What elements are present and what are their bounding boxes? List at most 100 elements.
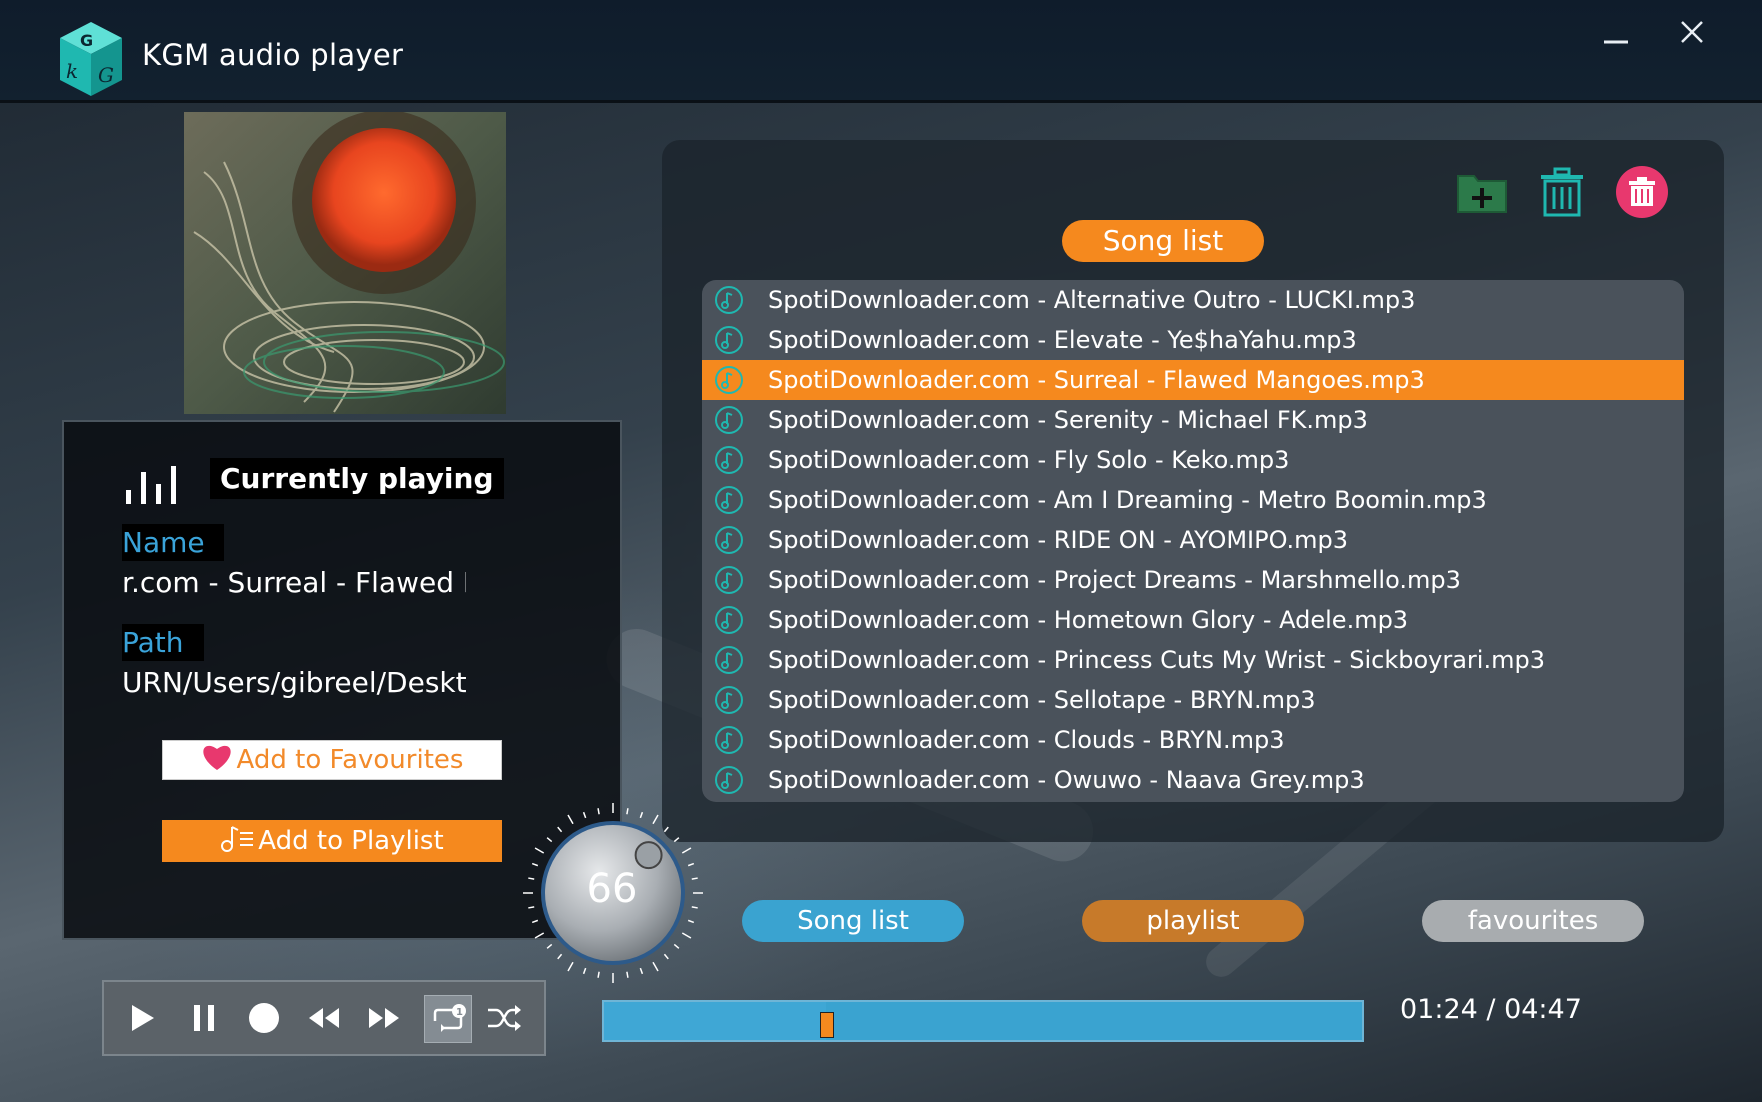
music-disc-icon: [714, 485, 744, 515]
music-disc-icon: [714, 765, 744, 795]
song-list-item[interactable]: SpotiDownloader.com - Clouds - BRYN.mp3: [702, 720, 1684, 760]
knob-tick: [534, 847, 545, 854]
equalizer-icon: [124, 464, 182, 504]
fast-forward-icon[interactable]: [364, 998, 404, 1038]
add-to-playlist-button[interactable]: Add to Playlist: [162, 820, 502, 862]
song-title: SpotiDownloader.com - Sellotape - BRYN.m…: [768, 686, 1316, 714]
song-list-item[interactable]: SpotiDownloader.com - Elevate - Ye$haYah…: [702, 320, 1684, 360]
song-title: SpotiDownloader.com - Surreal - Flawed M…: [768, 366, 1425, 394]
song-title: SpotiDownloader.com - Fly Solo - Keko.mp…: [768, 446, 1290, 474]
rewind-icon[interactable]: [304, 998, 344, 1038]
song-title: SpotiDownloader.com - Princess Cuts My W…: [768, 646, 1545, 674]
knob-tick: [567, 961, 574, 972]
svg-text:k: k: [66, 59, 78, 83]
app-logo-icon: G k G: [58, 20, 124, 98]
folder-plus-icon[interactable]: [1454, 164, 1510, 220]
add-to-playlist-label: Add to Playlist: [258, 826, 444, 856]
svg-text:G: G: [98, 63, 114, 87]
song-list-item[interactable]: SpotiDownloader.com - Surreal - Flawed M…: [702, 360, 1684, 400]
knob-tick: [626, 808, 629, 815]
knob-tick: [546, 837, 553, 843]
currently-playing-heading: Currently playing: [210, 458, 504, 499]
app-title: KGM audio player: [142, 38, 404, 72]
name-label: Name: [122, 524, 224, 561]
song-list-item[interactable]: SpotiDownloader.com - Fly Solo - Keko.mp…: [702, 440, 1684, 480]
song-list-item[interactable]: SpotiDownloader.com - Hometown Glory - A…: [702, 600, 1684, 640]
path-label: Path: [122, 624, 204, 661]
music-list-icon: [220, 823, 254, 860]
progress-fill: [604, 1002, 827, 1040]
music-disc-icon: [714, 525, 744, 555]
close-icon[interactable]: [1672, 12, 1712, 52]
song-list-item[interactable]: SpotiDownloader.com - Sellotape - BRYN.m…: [702, 680, 1684, 720]
stop-icon[interactable]: [244, 998, 284, 1038]
knob-tick: [531, 919, 539, 924]
knob-tick: [681, 847, 692, 854]
song-list-item[interactable]: SpotiDownloader.com - Serenity - Michael…: [702, 400, 1684, 440]
knob-tick: [652, 961, 659, 972]
song-title: SpotiDownloader.com - Hometown Glory - A…: [768, 606, 1409, 634]
song-list-header: Song list: [1062, 220, 1264, 262]
song-title: SpotiDownloader.com - Clouds - BRYN.mp3: [768, 726, 1285, 754]
play-icon[interactable]: [122, 998, 162, 1038]
song-list-item[interactable]: SpotiDownloader.com - Princess Cuts My W…: [702, 640, 1684, 680]
shuffle-icon[interactable]: [484, 998, 524, 1038]
music-disc-icon: [714, 405, 744, 435]
song-list-item[interactable]: SpotiDownloader.com - Am I Dreaming - Me…: [702, 480, 1684, 520]
trash-circle-icon[interactable]: [1614, 164, 1670, 220]
music-disc-icon: [714, 685, 744, 715]
knob-tick: [534, 932, 545, 939]
knob-tick: [681, 932, 692, 939]
progress-handle[interactable]: [820, 1012, 835, 1038]
name-value: r.com - Surreal - Flawed Ma: [122, 566, 466, 599]
song-list-item[interactable]: SpotiDownloader.com - Project Dreams - M…: [702, 560, 1684, 600]
music-disc-icon: [714, 605, 744, 635]
title-bar-divider: [0, 100, 1762, 103]
knob-tick: [567, 814, 574, 825]
knob-tick: [582, 811, 587, 819]
song-title: SpotiDownloader.com - Project Dreams - M…: [768, 566, 1461, 594]
knob-tick: [582, 967, 587, 975]
tab-favourites[interactable]: favourites: [1422, 900, 1644, 942]
volume-value: 66: [586, 866, 638, 912]
heart-icon: [201, 743, 233, 778]
song-title: SpotiDownloader.com - Alternative Outro …: [768, 286, 1416, 314]
trash-icon[interactable]: [1534, 164, 1590, 220]
knob-tick: [528, 906, 535, 909]
song-list[interactable]: SpotiDownloader.com - Alternative Outro …: [702, 280, 1684, 802]
knob-tick: [528, 877, 535, 880]
add-to-favourites-label: Add to Favourites: [236, 745, 464, 775]
knob-tick: [546, 943, 553, 949]
pause-icon[interactable]: [184, 998, 224, 1038]
knob-tick: [557, 953, 563, 960]
knob-tick: [626, 971, 629, 978]
add-to-favourites-button[interactable]: Add to Favourites: [162, 740, 502, 780]
svg-text:1: 1: [456, 1007, 463, 1018]
knob-tick: [597, 808, 600, 815]
song-title: SpotiDownloader.com - Serenity - Michael…: [768, 406, 1368, 434]
song-list-item[interactable]: SpotiDownloader.com - Owuwo - Naava Grey…: [702, 760, 1684, 800]
song-title: SpotiDownloader.com - Elevate - Ye$haYah…: [768, 326, 1357, 354]
knob-tick: [691, 877, 698, 880]
music-disc-icon: [714, 725, 744, 755]
music-disc-icon: [714, 445, 744, 475]
knob-tick: [691, 906, 698, 909]
minimize-icon[interactable]: [1598, 20, 1634, 56]
knob-tick: [687, 919, 695, 924]
progress-bar[interactable]: [602, 1000, 1364, 1042]
music-disc-icon: [714, 565, 744, 595]
knob-tick: [557, 826, 563, 833]
tab-playlist[interactable]: playlist: [1082, 900, 1304, 942]
knob-tick: [639, 967, 644, 975]
album-cover: [184, 112, 506, 414]
knob-tick: [663, 826, 669, 833]
repeat-one-icon[interactable]: 1: [424, 995, 472, 1043]
song-list-item[interactable]: SpotiDownloader.com - Alternative Outro …: [702, 280, 1684, 320]
tab-song-list[interactable]: Song list: [742, 900, 964, 942]
knob-tick: [663, 953, 669, 960]
knob-tick: [673, 943, 680, 949]
svg-text:G: G: [80, 31, 93, 50]
music-disc-icon: [714, 365, 744, 395]
knob-tick: [673, 837, 680, 843]
song-list-item[interactable]: SpotiDownloader.com - RIDE ON - AYOMIPO.…: [702, 520, 1684, 560]
